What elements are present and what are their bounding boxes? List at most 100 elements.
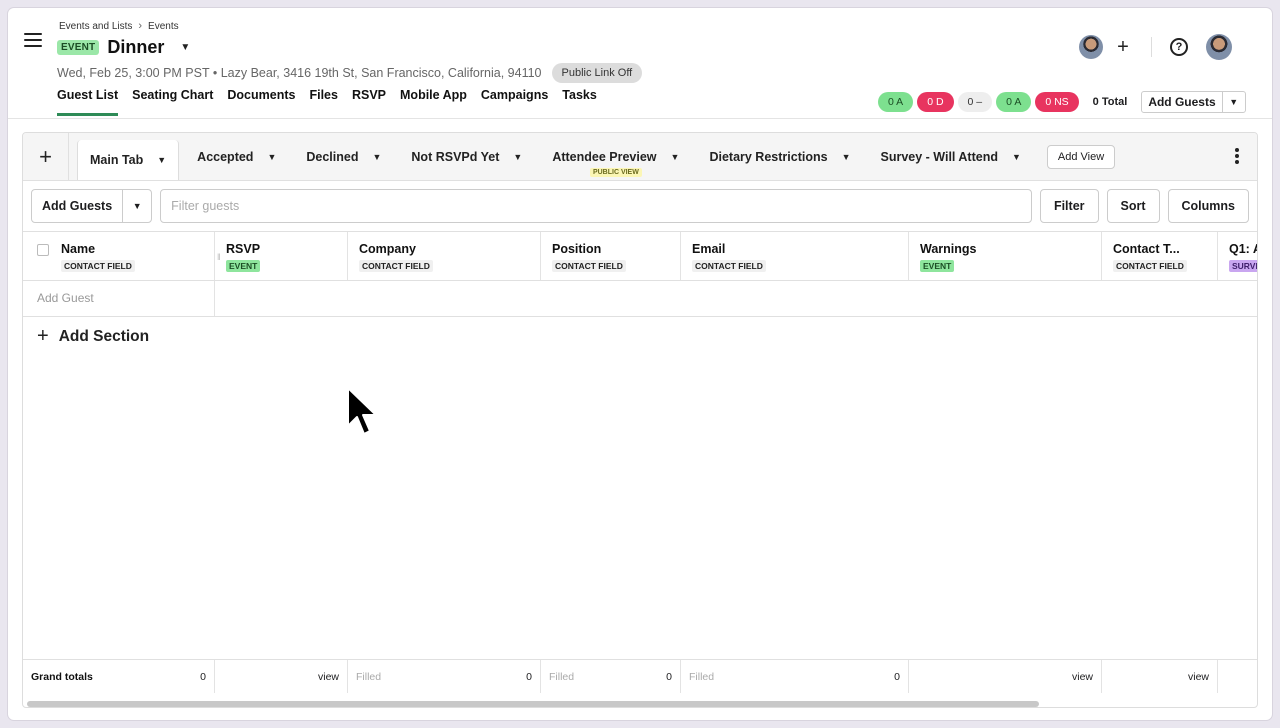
- column-type-tag: EVENT: [920, 260, 955, 272]
- add-guests-header-button[interactable]: Add Guests ▼: [1141, 91, 1246, 113]
- view-tab-declined[interactable]: Declined ▼: [294, 133, 393, 180]
- totals-warnings-cell: view: [909, 660, 1102, 693]
- column-type-tag: CONTACT FIELD: [61, 260, 135, 272]
- view-tab-attendee-preview[interactable]: Attendee Preview ▼ PUBLIC VIEW: [540, 133, 691, 180]
- app-window: Events and Lists › Events EVENT Dinner ▼…: [8, 8, 1272, 720]
- column-title: Name: [61, 242, 96, 256]
- add-guests-button[interactable]: Add Guests ▼: [31, 189, 153, 223]
- declined-count-badge[interactable]: 0 D: [917, 92, 954, 112]
- filter-guests-input[interactable]: [160, 189, 1032, 223]
- tab-mobile-app[interactable]: Mobile App: [400, 88, 467, 116]
- breadcrumb-events[interactable]: Events: [148, 21, 179, 32]
- add-guests-header-label[interactable]: Add Guests: [1142, 92, 1223, 112]
- column-header-company[interactable]: Company CONTACT FIELD: [348, 232, 541, 280]
- attended-count-badge[interactable]: 0 A: [996, 92, 1032, 112]
- breadcrumb-events-and-lists[interactable]: Events and Lists: [59, 21, 132, 32]
- company-filled-value: 0: [526, 671, 532, 683]
- more-options-kebab-icon[interactable]: [1235, 148, 1239, 164]
- add-guests-caret-down-icon[interactable]: ▼: [123, 190, 151, 222]
- tab-rsvp[interactable]: RSVP: [352, 88, 386, 116]
- header-divider: [8, 118, 1272, 119]
- no-show-count-badge[interactable]: 0 NS: [1035, 92, 1079, 112]
- caret-down-icon[interactable]: ▼: [671, 152, 680, 162]
- view-tab-label: Not RSVPd Yet: [411, 149, 500, 164]
- public-link-toggle[interactable]: Public Link Off: [551, 63, 643, 83]
- breadcrumb: Events and Lists › Events: [59, 20, 179, 32]
- rsvp-view-link[interactable]: view: [318, 671, 339, 683]
- column-type-tag: CONTACT FIELD: [552, 260, 626, 272]
- add-section-button[interactable]: + Add Section: [37, 325, 149, 348]
- caret-down-icon[interactable]: ▼: [372, 152, 381, 162]
- totals-email-cell: Filled 0: [681, 660, 909, 693]
- add-collaborator-plus-icon[interactable]: +: [1113, 37, 1133, 57]
- caret-down-icon[interactable]: ▼: [1012, 152, 1021, 162]
- column-title: Q1: A: [1229, 242, 1257, 256]
- view-tab-not-rsvpd[interactable]: Not RSVPd Yet ▼: [399, 133, 534, 180]
- event-nav-tabs: Guest List Seating Chart Documents Files…: [57, 88, 597, 116]
- sort-button[interactable]: Sort: [1106, 189, 1160, 223]
- add-guests-header-caret-down-icon[interactable]: ▼: [1223, 97, 1245, 107]
- tab-documents[interactable]: Documents: [227, 88, 295, 116]
- mouse-pointer-icon: [347, 387, 377, 435]
- column-header-q1[interactable]: Q1: A SURVE: [1218, 232, 1257, 280]
- view-tab-survey-will-attend[interactable]: Survey - Will Attend ▼: [868, 133, 1032, 180]
- contact-type-view-link[interactable]: view: [1188, 671, 1209, 683]
- column-header-contact-type[interactable]: Contact T... CONTACT FIELD: [1102, 232, 1218, 280]
- column-header-warnings[interactable]: Warnings EVENT: [909, 232, 1102, 280]
- view-tab-label: Declined: [306, 149, 359, 164]
- company-filled-label: Filled: [356, 671, 382, 683]
- help-icon[interactable]: ?: [1170, 38, 1188, 56]
- column-header-position[interactable]: Position CONTACT FIELD: [541, 232, 681, 280]
- horizontal-scrollbar[interactable]: [27, 701, 1039, 707]
- column-type-tag: CONTACT FIELD: [359, 260, 433, 272]
- caret-down-icon[interactable]: ▼: [157, 155, 166, 165]
- event-type-badge: EVENT: [57, 40, 100, 55]
- view-tab-accepted[interactable]: Accepted ▼: [185, 133, 288, 180]
- tab-files[interactable]: Files: [309, 88, 338, 116]
- tab-campaigns[interactable]: Campaigns: [481, 88, 548, 116]
- totals-position-cell: Filled 0: [541, 660, 681, 693]
- caret-down-icon[interactable]: ▼: [842, 152, 851, 162]
- view-tab-label: Main Tab: [90, 153, 144, 167]
- totals-name-cell: Grand totals 0: [23, 660, 215, 693]
- pending-count-badge[interactable]: 0 –: [957, 92, 993, 112]
- totals-company-cell: Filled 0: [348, 660, 541, 693]
- columns-button[interactable]: Columns: [1167, 189, 1249, 223]
- column-type-tag: SURVE: [1229, 260, 1257, 272]
- tab-seating-chart[interactable]: Seating Chart: [132, 88, 213, 116]
- event-switch-chevron-down-icon[interactable]: ▼: [180, 42, 190, 53]
- column-resize-grip-icon[interactable]: ‖: [217, 252, 221, 262]
- caret-down-icon[interactable]: ▼: [267, 152, 276, 162]
- view-tab-dietary-restrictions[interactable]: Dietary Restrictions ▼: [697, 133, 862, 180]
- add-guest-row: Add Guest: [23, 281, 1257, 317]
- tab-tasks[interactable]: Tasks: [562, 88, 597, 116]
- tab-guest-list[interactable]: Guest List: [57, 88, 119, 116]
- plus-icon: +: [37, 325, 49, 347]
- warnings-view-link[interactable]: view: [1072, 671, 1093, 683]
- add-guest-input-cell[interactable]: Add Guest: [23, 281, 215, 316]
- column-header-name[interactable]: Name CONTACT FIELD: [23, 232, 215, 280]
- hamburger-menu-icon[interactable]: [24, 33, 42, 47]
- grand-totals-row: Grand totals 0 view Filled 0 Filled 0 Fi…: [23, 659, 1257, 693]
- collaborator-avatar[interactable]: [1079, 35, 1103, 59]
- table-header: Name CONTACT FIELD ‖ RSVP EVENT Company …: [23, 231, 1257, 281]
- add-view-plus-icon[interactable]: +: [23, 133, 69, 180]
- name-total-value: 0: [200, 671, 206, 683]
- email-filled-label: Filled: [689, 671, 715, 683]
- add-view-button[interactable]: Add View: [1046, 144, 1116, 169]
- column-title: Email: [692, 242, 726, 256]
- event-details: Wed, Feb 25, 3:00 PM PST • Lazy Bear, 34…: [57, 66, 542, 80]
- position-filled-value: 0: [666, 671, 672, 683]
- select-all-checkbox[interactable]: [37, 244, 49, 256]
- user-avatar[interactable]: [1206, 34, 1232, 60]
- column-header-rsvp[interactable]: ‖ RSVP EVENT: [215, 232, 348, 280]
- email-filled-value: 0: [894, 671, 900, 683]
- column-title: Warnings: [920, 242, 977, 256]
- add-guests-label[interactable]: Add Guests: [32, 190, 124, 222]
- view-tab-main[interactable]: Main Tab ▼: [77, 140, 180, 180]
- accepted-count-badge[interactable]: 0 A: [878, 92, 914, 112]
- filter-button[interactable]: Filter: [1039, 189, 1099, 223]
- caret-down-icon[interactable]: ▼: [513, 152, 522, 162]
- column-header-email[interactable]: Email CONTACT FIELD: [681, 232, 909, 280]
- public-view-badge: PUBLIC VIEW: [540, 168, 691, 177]
